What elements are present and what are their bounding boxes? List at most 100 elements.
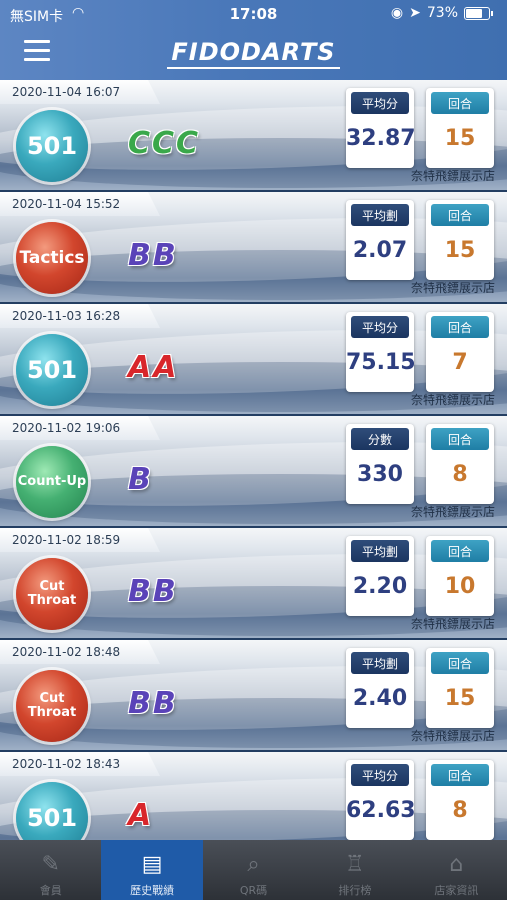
round-label: 回合 <box>431 540 489 562</box>
stat-value: 32.87 <box>346 126 416 151</box>
record-date: 2020-11-02 18:48 <box>0 640 160 664</box>
stat-label: 平均劃 <box>351 204 409 226</box>
tab-label: 店家資訊 <box>434 884 479 897</box>
shop-name: 奈特飛鏢展示店 <box>410 617 495 631</box>
stat-card: 平均劃 2.20 <box>346 536 414 616</box>
stat-label: 平均分 <box>351 316 409 338</box>
tab-member[interactable]: ✎ 會員 <box>0 840 101 900</box>
stat-value: 2.20 <box>352 574 408 599</box>
game-type-badge: 501 <box>16 334 88 406</box>
history-icon: ▤ <box>141 852 163 877</box>
ranking-icon: ♖ <box>345 852 365 877</box>
round-value: 15 <box>444 238 476 263</box>
round-label: 回合 <box>431 316 489 338</box>
round-value: 15 <box>444 126 476 151</box>
game-type-label: Cut Throat <box>27 578 77 608</box>
stat-value: 75.15 <box>346 350 416 375</box>
game-type-label: 501 <box>26 803 78 832</box>
game-type-badge: Cut Throat <box>16 558 88 630</box>
app-header: 無SIM卡 ◠ 17:08 ◉ ➤ 73% FIDODARTS <box>0 0 507 80</box>
history-record[interactable]: 2020-11-02 18:59 Cut Throat BB 平均劃 2.20 … <box>0 528 507 640</box>
stat-label: 平均劃 <box>351 652 409 674</box>
round-value: 10 <box>444 574 476 599</box>
stat-card: 平均劃 2.40 <box>346 648 414 728</box>
tab-search[interactable]: ⌕ QR碼 <box>203 840 304 900</box>
record-date: 2020-11-02 18:43 <box>0 752 160 776</box>
game-type-label: Cut Throat <box>27 690 77 720</box>
game-type-label: 501 <box>26 355 78 384</box>
tab-store[interactable]: ⌂ 店家資訊 <box>406 840 507 900</box>
round-card: 回合 7 <box>426 312 494 392</box>
stat-label: 分數 <box>351 428 409 450</box>
tab-label: 歷史戰績 <box>130 884 175 897</box>
round-card: 回合 15 <box>426 200 494 280</box>
stat-card: 平均劃 2.07 <box>346 200 414 280</box>
app-logo: FIDODARTS <box>0 38 507 69</box>
round-card: 回合 15 <box>426 88 494 168</box>
game-type-badge: Count-Up <box>16 446 88 518</box>
shop-name: 奈特飛鏢展示店 <box>410 505 495 519</box>
game-type-badge: Cut Throat <box>16 670 88 742</box>
history-record[interactable]: 2020-11-02 18:48 Cut Throat BB 平均劃 2.40 … <box>0 640 507 752</box>
record-date: 2020-11-03 16:28 <box>0 304 160 328</box>
rating-grade: BB <box>128 238 178 273</box>
member-icon: ✎ <box>41 852 60 877</box>
round-card: 回合 8 <box>426 760 494 840</box>
location-icon: ➤ <box>409 5 421 21</box>
shop-name: 奈特飛鏢展示店 <box>410 393 495 407</box>
round-card: 回合 8 <box>426 424 494 504</box>
stat-value: 2.07 <box>352 238 408 263</box>
history-record[interactable]: 2020-11-04 15:52 Tactics BB 平均劃 2.07 回合 … <box>0 192 507 304</box>
rotation-lock-icon: ◉ <box>390 5 404 21</box>
rating-grade: BB <box>128 574 178 609</box>
shop-name: 奈特飛鏢展示店 <box>410 169 495 183</box>
round-label: 回合 <box>431 764 489 786</box>
game-type-label: Count-Up <box>17 473 87 489</box>
record-date: 2020-11-02 18:59 <box>0 528 160 552</box>
search-icon: ⌕ <box>247 852 260 877</box>
tab-bar: ✎ 會員 ▤ 歷史戰績 ⌕ QR碼 ♖ 排行榜 ⌂ 店家資訊 <box>0 840 507 900</box>
store-icon: ⌂ <box>449 852 464 877</box>
stat-value: 62.63 <box>346 798 416 823</box>
round-card: 回合 15 <box>426 648 494 728</box>
stat-card: 平均分 75.15 <box>346 312 416 392</box>
rating-grade: CCC <box>128 126 201 161</box>
record-date: 2020-11-04 15:52 <box>0 192 160 216</box>
history-record[interactable]: 2020-11-04 16:07 501 CCC 平均分 32.87 回合 15… <box>0 80 507 192</box>
history-record[interactable]: 2020-11-03 16:28 501 AA 平均分 75.15 回合 7 奈… <box>0 304 507 416</box>
game-type-label: Tactics <box>19 247 85 268</box>
stat-label: 平均分 <box>351 764 409 786</box>
stat-card: 分數 330 <box>346 424 414 504</box>
game-type-badge: Tactics <box>16 222 88 294</box>
rating-grade: B <box>128 462 153 497</box>
shop-name: 奈特飛鏢展示店 <box>410 729 495 743</box>
record-date: 2020-11-04 16:07 <box>0 80 160 104</box>
round-label: 回合 <box>431 92 489 114</box>
stat-label: 平均分 <box>351 92 409 114</box>
tab-label: 會員 <box>39 884 62 897</box>
game-type-label: 501 <box>26 131 78 160</box>
tab-label: QR碼 <box>239 884 268 897</box>
history-record[interactable]: 2020-11-02 19:06 Count-Up B 分數 330 回合 8 … <box>0 416 507 528</box>
history-record[interactable]: 2020-11-02 18:43 501 A 平均分 62.63 回合 8 奈特… <box>0 752 507 840</box>
stat-value: 330 <box>357 462 403 487</box>
round-value: 8 <box>452 462 468 487</box>
shop-name: 奈特飛鏢展示店 <box>410 281 495 295</box>
round-label: 回合 <box>431 652 489 674</box>
round-value: 15 <box>444 686 476 711</box>
round-label: 回合 <box>431 204 489 226</box>
round-value: 7 <box>452 350 468 375</box>
status-bar: 無SIM卡 ◠ 17:08 ◉ ➤ 73% <box>0 0 507 28</box>
rating-grade: A <box>128 798 154 833</box>
tab-history[interactable]: ▤ 歷史戰績 <box>101 840 203 900</box>
record-date: 2020-11-02 19:06 <box>0 416 160 440</box>
history-list[interactable]: 2020-11-04 16:07 501 CCC 平均分 32.87 回合 15… <box>0 80 507 840</box>
tab-ranking[interactable]: ♖ 排行榜 <box>304 840 405 900</box>
stat-value: 2.40 <box>352 686 408 711</box>
stat-card: 平均分 62.63 <box>346 760 416 840</box>
rating-grade: BB <box>128 686 178 721</box>
round-label: 回合 <box>431 428 489 450</box>
stat-label: 平均劃 <box>351 540 409 562</box>
battery-icon <box>464 6 490 20</box>
stat-card: 平均分 32.87 <box>346 88 416 168</box>
